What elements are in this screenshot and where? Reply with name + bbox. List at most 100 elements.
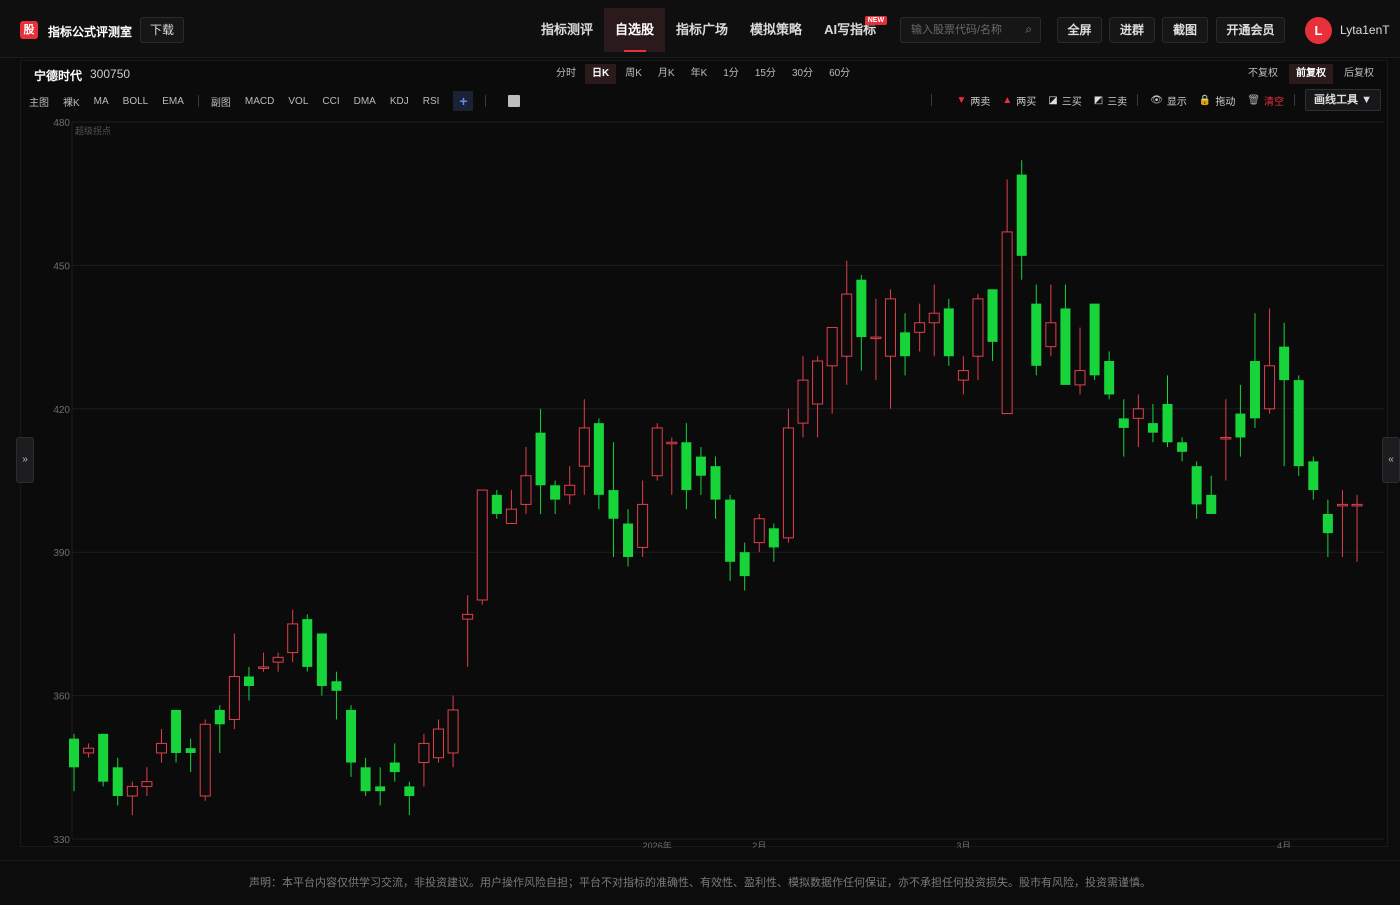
- indicator-toolbar: 主图 裸K MA BOLL EMA 副图 MACD VOL CCI DMA KD…: [29, 91, 521, 111]
- indicator-ma[interactable]: MA: [94, 96, 109, 107]
- download-button[interactable]: 下载: [140, 17, 184, 43]
- candle-body-down: [768, 528, 779, 548]
- period-intraday[interactable]: 分时: [549, 64, 583, 84]
- candle-body-down: [1089, 303, 1100, 376]
- tool-two-sell[interactable]: ▼ 两卖: [956, 93, 990, 108]
- candle-body-down: [1177, 442, 1188, 452]
- trend-line-down-icon: ◩: [1093, 94, 1104, 106]
- tool-two-buy[interactable]: ▲ 两买: [1002, 93, 1036, 108]
- adjust-forward[interactable]: 前复权: [1289, 64, 1333, 84]
- x-tick-label: 2026年: [643, 840, 672, 848]
- period-1min[interactable]: 1分: [716, 64, 746, 84]
- period-daily[interactable]: 日K: [585, 64, 617, 84]
- drawing-tools-dropdown[interactable]: 画线工具 ▼: [1305, 89, 1381, 111]
- candle-body-up: [797, 379, 809, 424]
- nav-indicator-review[interactable]: 指标测评: [530, 8, 604, 52]
- main-chart-label[interactable]: 主图: [29, 94, 49, 109]
- candle-body-down: [1060, 308, 1071, 385]
- nav-ai-indicator[interactable]: AI写指标 NEW: [813, 8, 888, 52]
- tool-three-buy[interactable]: ◪ 三买: [1048, 93, 1081, 108]
- fullscreen-button[interactable]: 全屏: [1057, 17, 1102, 43]
- candle-body-up: [476, 489, 488, 601]
- candle-body-up: [753, 518, 765, 544]
- screenshot-button[interactable]: 截图: [1162, 17, 1208, 43]
- candle-body-down: [681, 442, 692, 491]
- tool-clear[interactable]: 🗑 清空: [1247, 93, 1284, 108]
- period-monthly[interactable]: 月K: [651, 64, 682, 84]
- indicator-kdj[interactable]: KDJ: [390, 96, 409, 107]
- membership-button[interactable]: 开通会员: [1216, 17, 1285, 43]
- candle-body-up: [287, 623, 299, 654]
- candle-body-down: [1249, 361, 1260, 419]
- period-yearly[interactable]: 年K: [684, 64, 715, 84]
- period-weekly[interactable]: 周K: [618, 64, 649, 84]
- period-tabs: 分时 日K 周K 月K 年K 1分 15分 30分 60分: [549, 64, 859, 84]
- username[interactable]: Lyta1enT: [1340, 23, 1390, 37]
- period-60min[interactable]: 60分: [822, 64, 857, 84]
- candle-body-up: [812, 360, 824, 405]
- candle-body-up: [578, 427, 590, 467]
- candle-body-down: [623, 523, 634, 557]
- candle-body-up: [199, 723, 211, 797]
- search-icon[interactable]: ⌕: [1025, 22, 1032, 37]
- candle-body-down: [943, 308, 954, 357]
- candle-body-down: [695, 456, 706, 476]
- sub-chart-label[interactable]: 副图: [211, 94, 231, 109]
- tool-show[interactable]: 👁 显示: [1150, 93, 1187, 108]
- candle-body-down: [1235, 413, 1246, 438]
- period-30min[interactable]: 30分: [785, 64, 820, 84]
- candle-body-up: [651, 427, 663, 477]
- candle-body-down: [1162, 404, 1173, 443]
- candle-body-down: [1104, 361, 1115, 395]
- candle-body-down: [98, 733, 109, 782]
- avatar[interactable]: L: [1305, 17, 1332, 44]
- candle-body-down: [69, 738, 79, 768]
- indicator-dma[interactable]: DMA: [354, 96, 376, 107]
- trash-icon: 🗑: [1247, 94, 1261, 106]
- nav-simulated-strategy[interactable]: 模拟策略: [739, 8, 813, 52]
- new-badge: NEW: [864, 16, 888, 25]
- expand-left-panel-button[interactable]: »: [16, 437, 34, 483]
- divider: [197, 95, 199, 107]
- indicator-vol[interactable]: VOL: [288, 96, 308, 107]
- candle-body-down: [1322, 513, 1333, 534]
- candle-body-up: [666, 441, 678, 445]
- search-input[interactable]: [901, 18, 1011, 42]
- candle-body-up: [957, 370, 969, 381]
- adjust-backward[interactable]: 后复权: [1337, 64, 1381, 84]
- candle-body-up: [1336, 503, 1348, 507]
- indicator-ema[interactable]: EMA: [162, 96, 184, 107]
- y-tick-label: 480: [53, 118, 70, 129]
- join-group-button[interactable]: 进群: [1109, 17, 1155, 43]
- save-icon[interactable]: [508, 95, 521, 107]
- add-indicator-button[interactable]: +: [453, 91, 474, 111]
- indicator-macd[interactable]: MACD: [245, 96, 274, 107]
- nav-watchlist[interactable]: 自选股: [604, 8, 666, 52]
- candle-body-up: [228, 675, 240, 720]
- indicator-rsi[interactable]: RSI: [423, 96, 440, 107]
- period-15min[interactable]: 15分: [748, 64, 783, 84]
- brand-title[interactable]: 指标公式评测室: [48, 23, 132, 40]
- candle-body-up: [564, 484, 576, 496]
- expand-right-panel-button[interactable]: «: [1382, 437, 1400, 483]
- candle-body-up: [972, 298, 984, 357]
- candle-body-down: [1293, 380, 1304, 467]
- triangle-down-icon: ▼: [956, 94, 967, 106]
- candlestick-chart[interactable]: 330 360 390 420 450 480 超级拐点 2026年 2月 3月 4月: [22, 115, 1388, 848]
- indicator-cci[interactable]: CCI: [322, 96, 339, 107]
- y-tick-label: 420: [53, 405, 70, 416]
- candle-body-down: [112, 767, 123, 796]
- candle-body-down: [739, 552, 750, 577]
- nav-indicator-square[interactable]: 指标广场: [665, 8, 739, 52]
- candle-body-down: [900, 332, 911, 357]
- candle-body-up: [141, 781, 153, 787]
- tool-drag[interactable]: 🔒 拖动: [1199, 93, 1235, 108]
- indicator-naked-k[interactable]: 裸K: [63, 94, 80, 109]
- adjust-none[interactable]: 不复权: [1241, 64, 1285, 84]
- tool-two-buy-label: 两买: [1016, 96, 1037, 108]
- candle-body-up: [1351, 503, 1363, 507]
- tool-three-sell[interactable]: ◩ 三卖: [1094, 93, 1127, 108]
- candle-body-down: [1279, 346, 1290, 381]
- indicator-boll[interactable]: BOLL: [123, 96, 149, 107]
- logo-icon[interactable]: 股: [20, 21, 38, 39]
